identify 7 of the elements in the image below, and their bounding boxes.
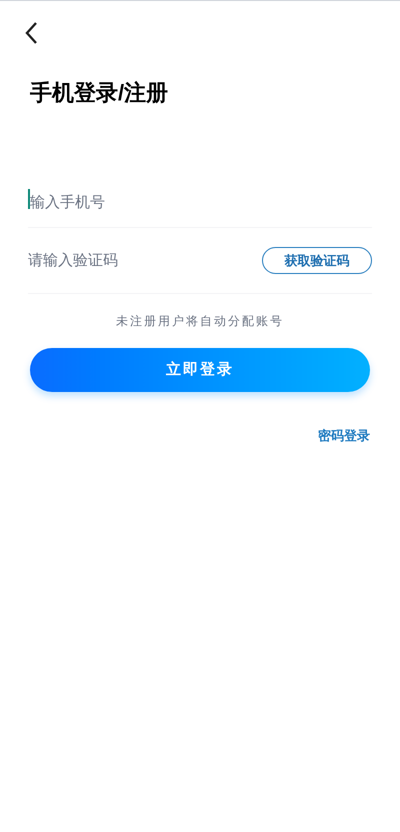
code-input-field[interactable]: 请输入验证码: [28, 240, 228, 280]
get-code-button[interactable]: 获取验证码: [262, 247, 372, 274]
hint-text: 未注册用户将自动分配账号: [116, 313, 284, 330]
page-title: 手机登录/注册: [30, 79, 168, 107]
login-button[interactable]: 立即登录: [30, 348, 370, 392]
password-login-link[interactable]: 密码登录: [318, 426, 370, 446]
phone-input-field[interactable]: 输入手机号: [28, 182, 372, 222]
